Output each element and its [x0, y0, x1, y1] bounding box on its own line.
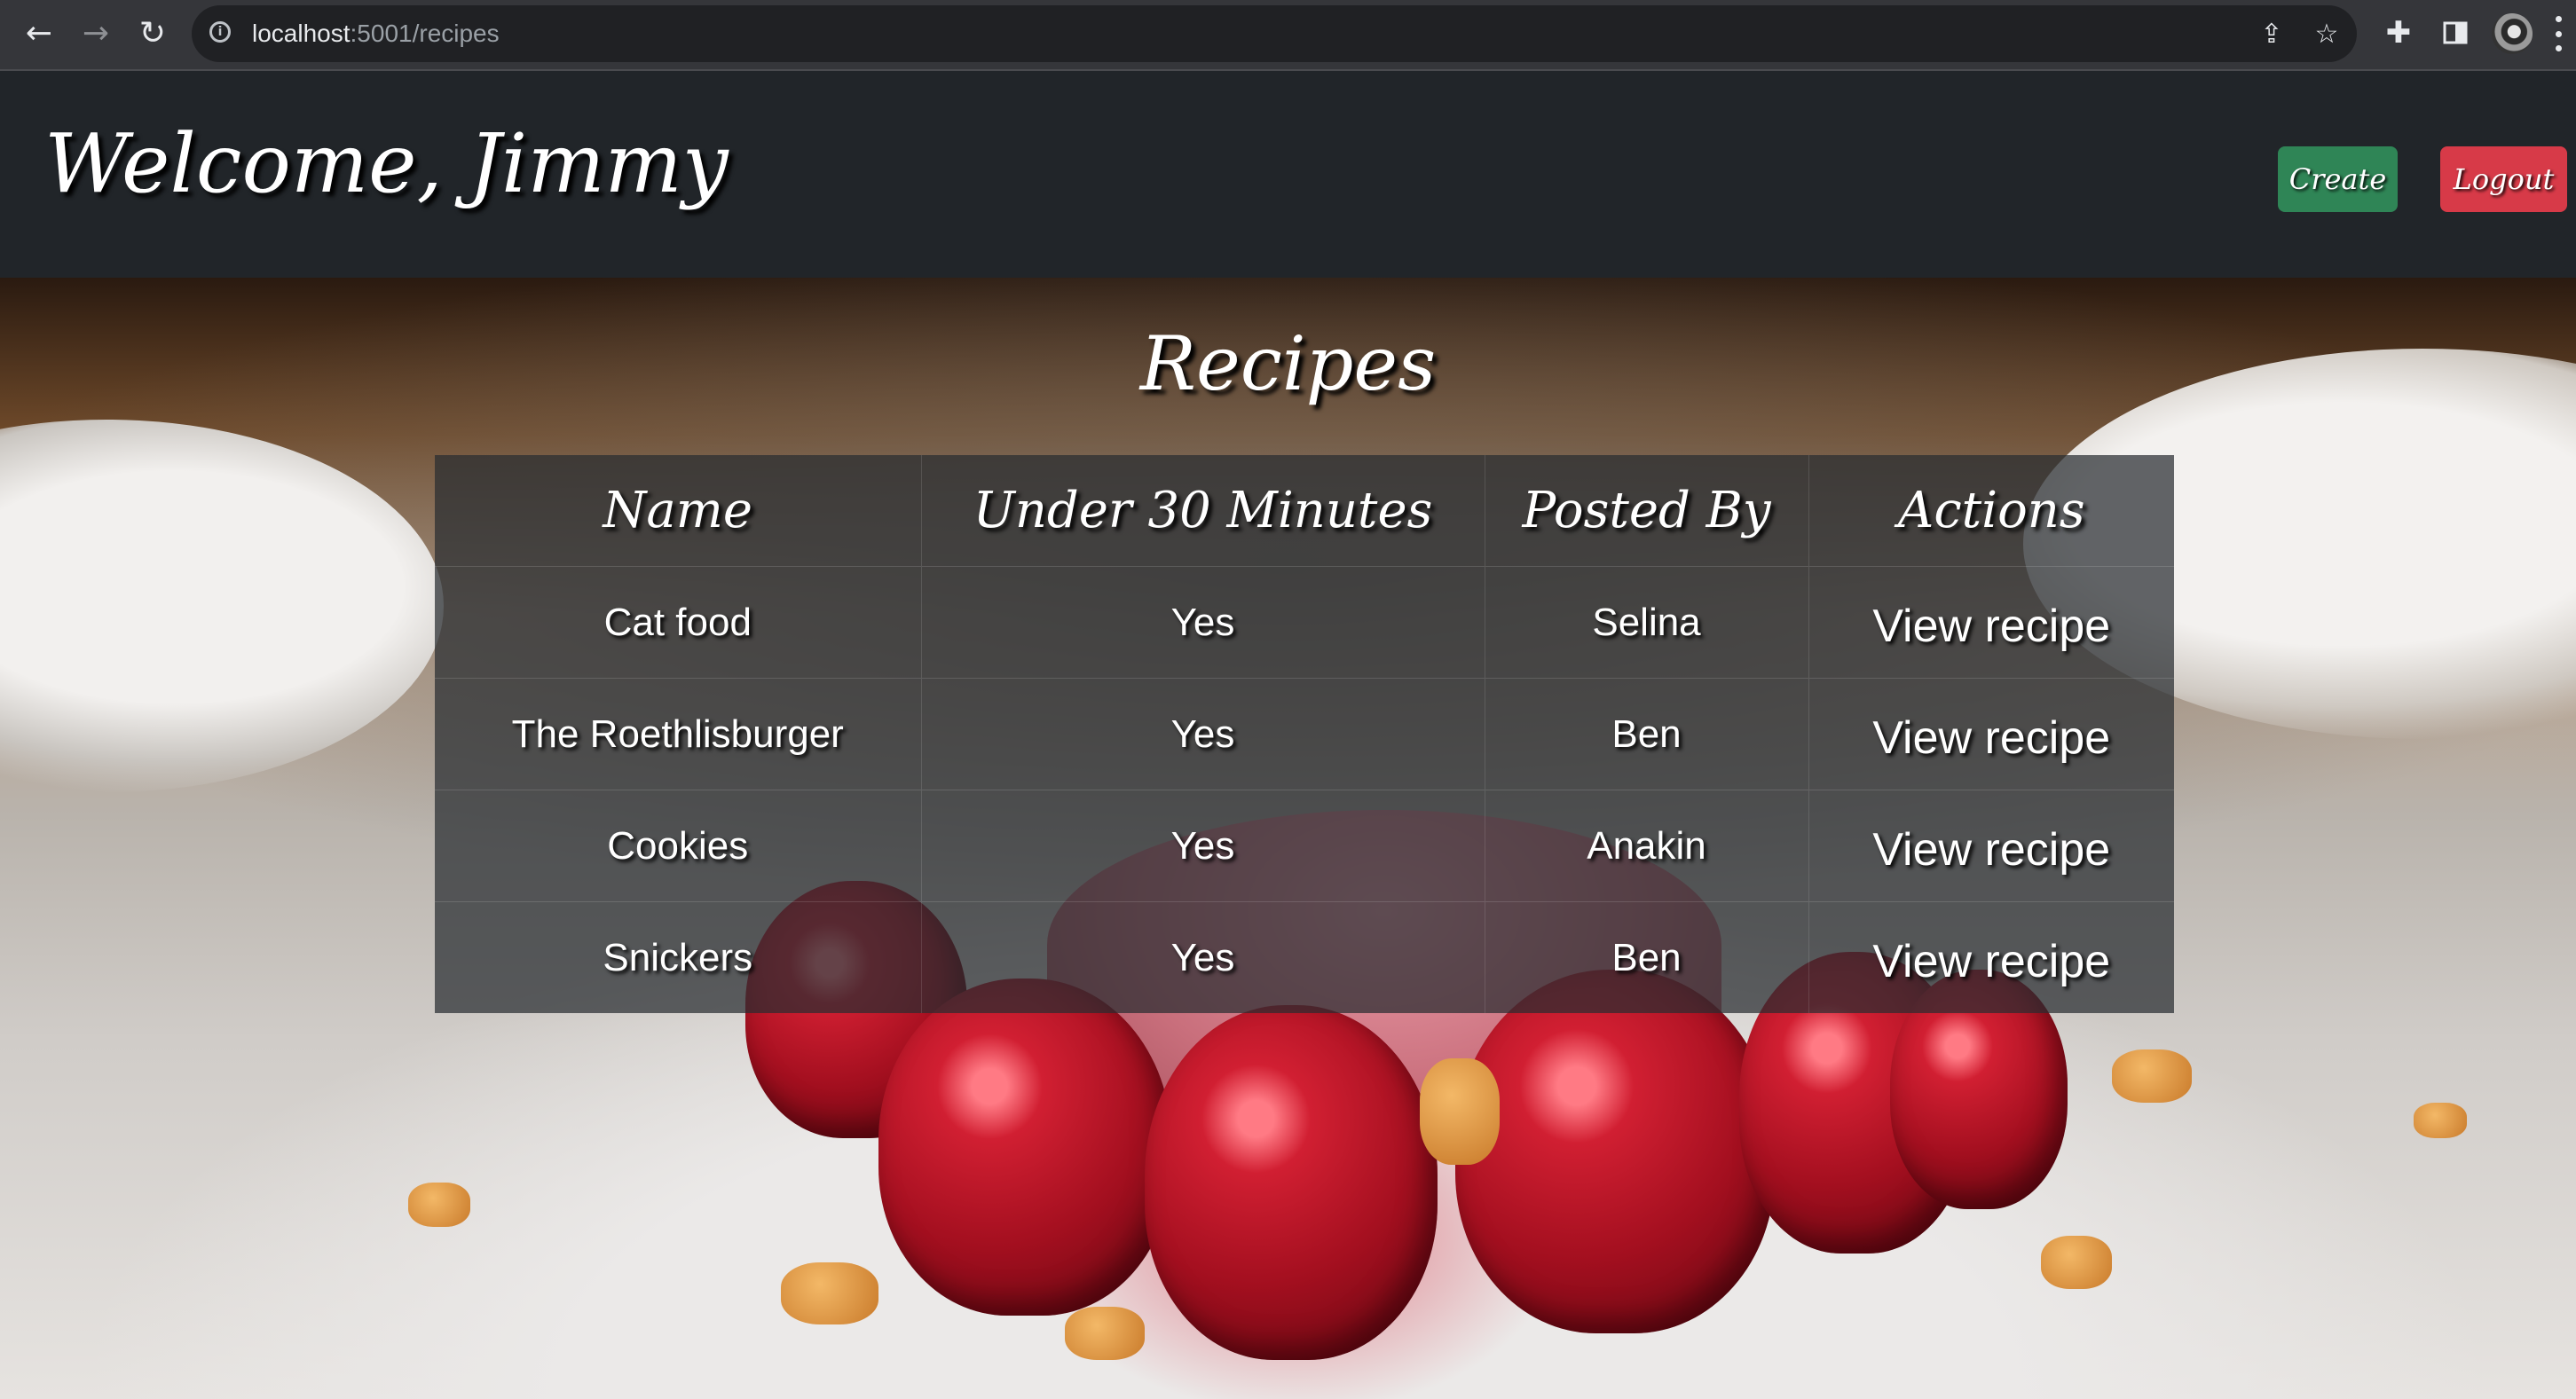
table-row: Snickers Yes Ben View recipe — [435, 901, 2174, 1013]
crumble — [1420, 1058, 1500, 1165]
table-header-row: Name Under 30 Minutes Posted By Actions — [435, 455, 2174, 567]
url-host: localhost — [252, 20, 351, 47]
side-panel-icon[interactable] — [2437, 14, 2474, 51]
crumble — [408, 1183, 470, 1227]
view-recipe-link[interactable]: View recipe — [1872, 824, 2110, 876]
site-header: Welcome, Jimmy Create Logout — [0, 71, 2576, 278]
action-cell: View recipe — [1808, 678, 2174, 790]
table-row: Cat food Yes Selina View recipe — [435, 566, 2174, 679]
welcome-heading: Welcome, Jimmy — [44, 116, 729, 211]
forward-icon[interactable]: → — [75, 12, 117, 55]
avatar[interactable] — [2492, 13, 2533, 54]
url-path: :5001/recipes — [350, 20, 500, 47]
action-cell: View recipe — [1808, 901, 2174, 1013]
action-cell: View recipe — [1808, 566, 2174, 679]
recipes-table: Name Under 30 Minutes Posted By Actions … — [435, 455, 2174, 1013]
column-header-name: Name — [603, 482, 753, 539]
under-30-value: Yes — [920, 790, 1485, 902]
logout-button[interactable]: Logout — [2440, 146, 2567, 212]
plate-left — [0, 420, 444, 792]
address-bar[interactable]: i localhost:5001/recipes ⇪ ☆ — [192, 5, 2357, 62]
under-30-value: Yes — [920, 901, 1485, 1013]
table-row: The Roethlisburger Yes Ben View recipe — [435, 678, 2174, 790]
raspberry — [1455, 970, 1775, 1333]
posted-by: Anakin — [1484, 790, 1808, 902]
view-recipe-link[interactable]: View recipe — [1872, 712, 2110, 764]
crumble — [2414, 1103, 2467, 1138]
column-header-actions: Actions — [1808, 455, 2174, 567]
column-header-posted-by: Posted By — [1484, 455, 1808, 567]
puzzle-icon[interactable]: ✚ — [2380, 14, 2417, 51]
browser-toolbar: ← → ↻ i localhost:5001/recipes ⇪ ☆ ✚ — [0, 0, 2576, 71]
reload-icon[interactable]: ↻ — [131, 12, 174, 55]
column-header-under-30: Under 30 Minutes — [920, 455, 1485, 567]
raspberry — [878, 979, 1171, 1316]
crumble — [781, 1262, 878, 1324]
action-cell: View recipe — [1808, 790, 2174, 902]
recipe-name: Cookies — [435, 790, 921, 902]
crumble — [2112, 1049, 2192, 1103]
url-text[interactable]: localhost:5001/recipes — [252, 20, 500, 48]
create-button[interactable]: Create — [2278, 146, 2398, 212]
posted-by: Ben — [1484, 901, 1808, 1013]
share-icon[interactable]: ⇪ — [2256, 18, 2288, 50]
info-icon[interactable]: i — [209, 21, 231, 43]
page-title: Recipes — [1139, 320, 1437, 407]
raspberry — [1145, 1005, 1438, 1360]
star-icon[interactable]: ☆ — [2311, 18, 2343, 50]
posted-by: Selina — [1484, 566, 1808, 679]
view-recipe-link[interactable]: View recipe — [1872, 601, 2110, 652]
crumble — [2041, 1236, 2112, 1289]
kebab-menu-icon[interactable] — [2554, 16, 2563, 51]
recipe-name: Cat food — [435, 566, 921, 679]
posted-by: Ben — [1484, 678, 1808, 790]
view-recipe-link[interactable]: View recipe — [1872, 936, 2110, 987]
recipe-name: Snickers — [435, 901, 921, 1013]
recipe-name: The Roethlisburger — [435, 678, 921, 790]
back-icon[interactable]: ← — [18, 12, 60, 55]
under-30-value: Yes — [920, 678, 1485, 790]
crumble — [1065, 1307, 1145, 1360]
table-row: Cookies Yes Anakin View recipe — [435, 790, 2174, 902]
under-30-value: Yes — [920, 566, 1485, 679]
